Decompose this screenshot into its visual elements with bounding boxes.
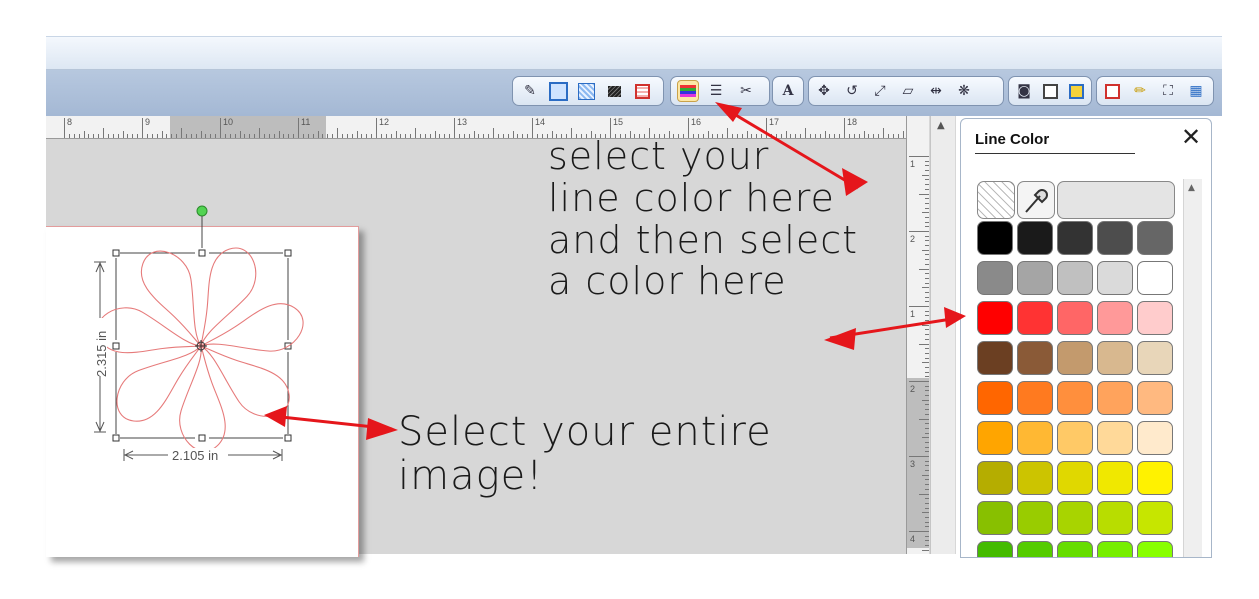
arrow-to-selection	[264, 406, 398, 440]
arrow-to-red-swatch	[824, 307, 966, 350]
screenshot: ✎ ☰ ✂ A ✥ ↺ ⤢ ▱ ⇹ ❋ ◙ ✏ ⛶ ▦ 8 9 10 11 12…	[0, 0, 1259, 599]
annotation-arrows	[264, 102, 966, 440]
arrow-to-line-color-tool	[715, 102, 868, 196]
